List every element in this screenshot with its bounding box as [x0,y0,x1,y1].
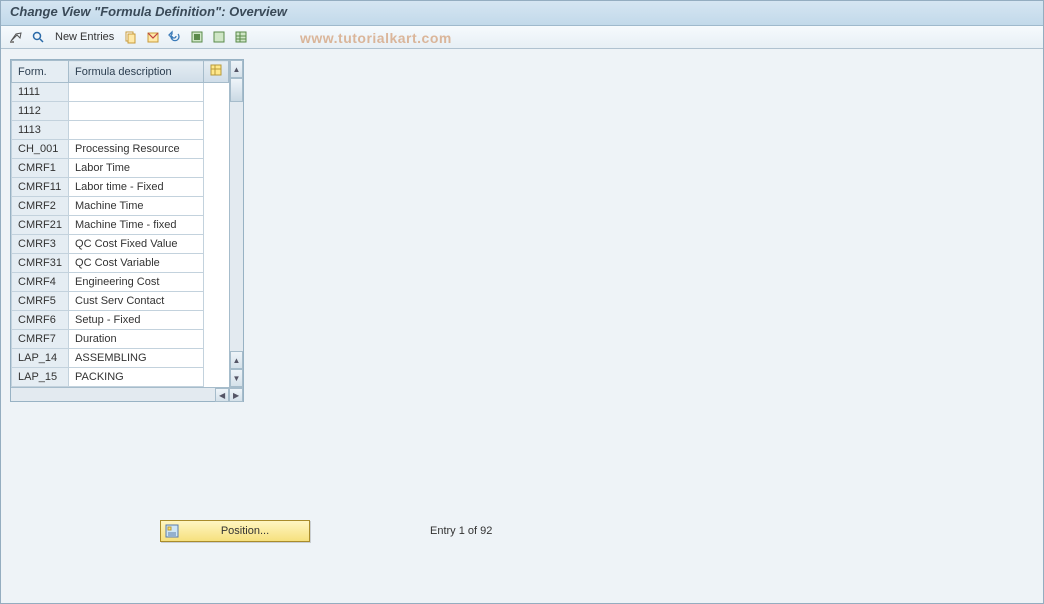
vertical-scrollbar[interactable]: ▲ ▲ ▼ [229,60,243,387]
toolbar: New Entries www.tutorialkart.com [0,26,1044,49]
title-bar: Change View "Formula Definition": Overvi… [0,0,1044,26]
cell-desc[interactable]: Setup - Fixed [69,311,204,330]
watermark-text: www.tutorialkart.com [300,30,452,46]
table-row[interactable]: 1111 [12,83,229,102]
table-settings-icon[interactable] [233,29,249,45]
cell-desc[interactable] [69,83,204,102]
table-row[interactable]: CMRF2Machine Time [12,197,229,216]
formula-table: Form. Formula description 111111121113CH… [10,59,244,402]
select-all-icon[interactable] [189,29,205,45]
undo-icon[interactable] [167,29,183,45]
table-row[interactable]: 1113 [12,121,229,140]
cell-form[interactable]: LAP_14 [12,349,69,368]
scroll-up-icon[interactable]: ▲ [230,60,243,78]
table-row[interactable]: CMRF1Labor Time [12,159,229,178]
cell-form[interactable]: CH_001 [12,140,69,159]
table-row[interactable]: LAP_15PACKING [12,368,229,387]
entry-counter: Entry 1 of 92 [430,525,492,537]
table-row[interactable]: CH_001Processing Resource [12,140,229,159]
cell-desc[interactable]: Labor time - Fixed [69,178,204,197]
cell-desc[interactable]: Engineering Cost [69,273,204,292]
content-area: Form. Formula description 111111121113CH… [0,49,1044,412]
cell-desc[interactable]: Labor Time [69,159,204,178]
position-label: Position... [185,525,305,537]
cell-form[interactable]: CMRF6 [12,311,69,330]
cell-form[interactable]: CMRF1 [12,159,69,178]
table-row[interactable]: CMRF31QC Cost Variable [12,254,229,273]
table-row[interactable]: 1112 [12,102,229,121]
cell-form[interactable]: CMRF5 [12,292,69,311]
cell-form[interactable]: CMRF4 [12,273,69,292]
copy-icon[interactable] [123,29,139,45]
new-entries-button[interactable]: New Entries [52,31,117,43]
scroll-left-icon[interactable]: ◀ [215,388,229,402]
cell-desc[interactable]: Machine Time - fixed [69,216,204,235]
table-row[interactable]: CMRF7Duration [12,330,229,349]
cell-form[interactable]: LAP_15 [12,368,69,387]
position-button[interactable]: Position... [160,520,310,542]
toggle-display-icon[interactable] [8,29,24,45]
scroll-down-icon[interactable]: ▼ [230,369,243,387]
cell-form[interactable]: CMRF7 [12,330,69,349]
footer: Position... Entry 1 of 92 [160,520,492,542]
scroll-up2-icon[interactable]: ▲ [230,351,243,369]
cell-form[interactable]: CMRF21 [12,216,69,235]
page-title: Change View "Formula Definition": Overvi… [10,4,1034,19]
table-config-icon[interactable] [204,61,229,83]
table-row[interactable]: CMRF5Cust Serv Contact [12,292,229,311]
cell-desc[interactable] [69,121,204,140]
find-icon[interactable] [30,29,46,45]
cell-form[interactable]: CMRF11 [12,178,69,197]
cell-desc[interactable] [69,102,204,121]
table-row[interactable]: CMRF4Engineering Cost [12,273,229,292]
cell-desc[interactable]: QC Cost Variable [69,254,204,273]
table-row[interactable]: LAP_14ASSEMBLING [12,349,229,368]
cell-desc[interactable]: Machine Time [69,197,204,216]
cell-desc[interactable]: Processing Resource [69,140,204,159]
cell-form[interactable]: CMRF2 [12,197,69,216]
scroll-track[interactable] [230,78,243,351]
cell-form[interactable]: 1113 [12,121,69,140]
position-icon [165,524,179,538]
col-header-form[interactable]: Form. [12,61,69,83]
table-row[interactable]: CMRF6Setup - Fixed [12,311,229,330]
cell-form[interactable]: CMRF31 [12,254,69,273]
table-row[interactable]: CMRF21Machine Time - fixed [12,216,229,235]
cell-desc[interactable]: PACKING [69,368,204,387]
col-header-desc[interactable]: Formula description [69,61,204,83]
cell-desc[interactable]: QC Cost Fixed Value [69,235,204,254]
deselect-all-icon[interactable] [211,29,227,45]
cell-form[interactable]: CMRF3 [12,235,69,254]
cell-desc[interactable]: Cust Serv Contact [69,292,204,311]
table-row[interactable]: CMRF3QC Cost Fixed Value [12,235,229,254]
scroll-thumb[interactable] [230,78,243,102]
delete-icon[interactable] [145,29,161,45]
scroll-right-icon[interactable]: ▶ [229,388,243,402]
cell-desc[interactable]: ASSEMBLING [69,349,204,368]
cell-form[interactable]: 1112 [12,102,69,121]
horizontal-scrollbar[interactable]: ◀ ▶ [11,387,243,401]
cell-form[interactable]: 1111 [12,83,69,102]
table-row[interactable]: CMRF11Labor time - Fixed [12,178,229,197]
cell-desc[interactable]: Duration [69,330,204,349]
